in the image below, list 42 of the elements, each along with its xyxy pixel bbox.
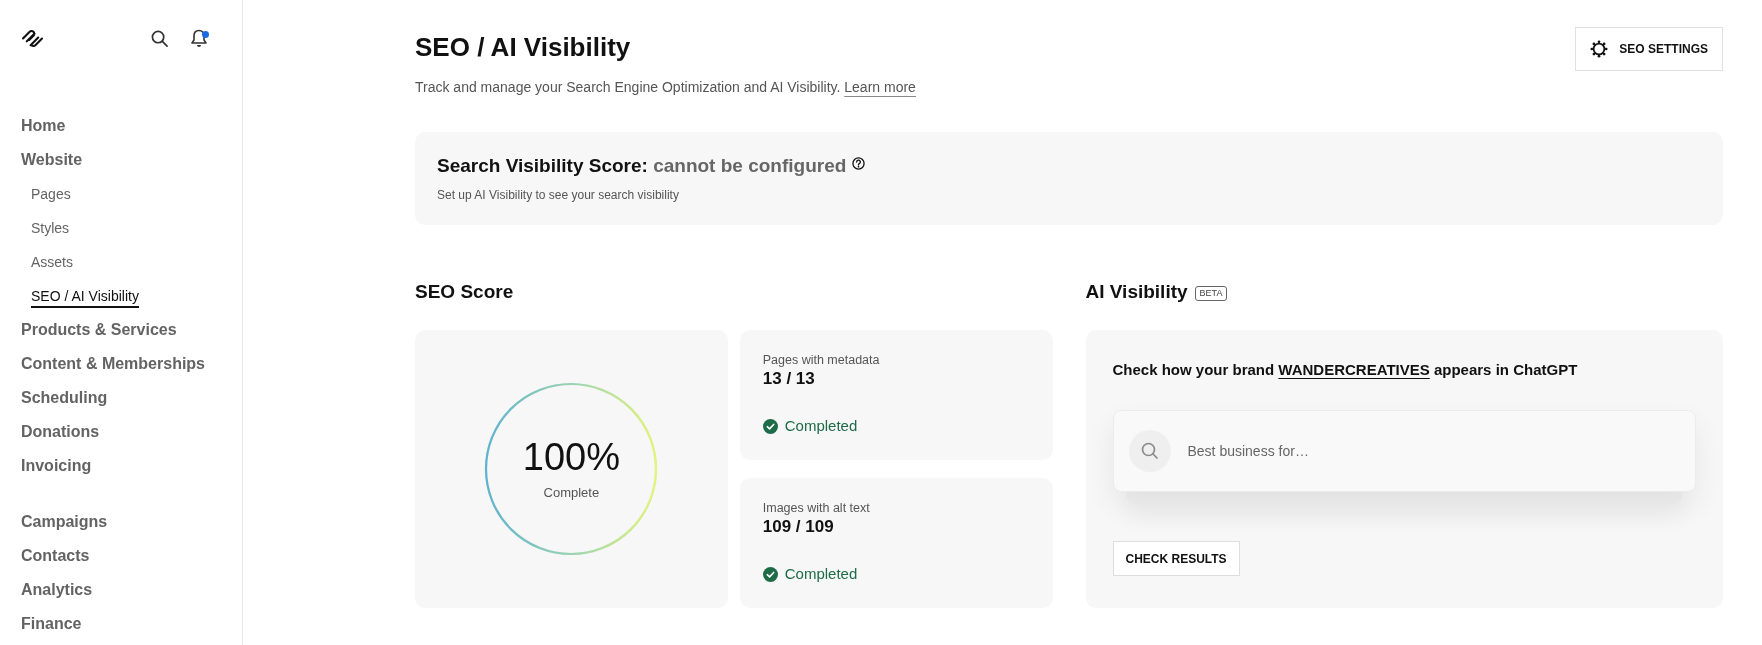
score-percent: 100% — [522, 435, 620, 479]
nav-subitem[interactable]: SEO / AI Visibility — [31, 286, 139, 308]
search-visibility-title: Search Visibility Score: cannot be configured — [437, 154, 847, 178]
nav-item[interactable]: Products & Services — [21, 320, 177, 342]
nav-item[interactable]: Analytics — [21, 580, 93, 602]
nav-item[interactable]: Website — [21, 150, 83, 172]
nav-item[interactable]: Home — [21, 116, 66, 138]
brand-name-link[interactable]: WANDERCREATIVES — [1278, 361, 1430, 378]
help-icon[interactable] — [852, 156, 866, 170]
gear-icon — [1590, 40, 1609, 58]
bell-icon[interactable] — [189, 28, 209, 48]
section-heading: SEO Score — [415, 280, 515, 304]
nav-item[interactable]: Contacts — [21, 546, 90, 568]
metric-label: Pages with metadata — [762, 352, 880, 368]
metric-status: Completed — [784, 416, 858, 436]
nav-item[interactable]: Content & Memberships — [21, 354, 205, 376]
nav-subitem[interactable]: Styles — [31, 218, 70, 240]
nav-item[interactable]: Scheduling — [21, 388, 108, 410]
metric-status: Completed — [784, 564, 858, 584]
page-title: SEO / AI Visibility — [415, 31, 632, 63]
check-results-button[interactable]: CHECK RESULTS — [1112, 541, 1240, 576]
metric-value: 109 / 109 — [762, 516, 834, 538]
beta-badge: BETA — [1194, 286, 1228, 301]
logo-icon[interactable] — [21, 28, 44, 48]
nav-item[interactable]: Invoicing — [21, 456, 92, 478]
nav-item[interactable]: Donations — [21, 422, 100, 444]
score-caption: Complete — [543, 485, 600, 501]
learn-more-link[interactable]: Learn more — [844, 79, 916, 95]
search-visibility-hint: Set up AI Visibility to see your search visibility — [437, 187, 680, 203]
nav-subitem[interactable]: Assets — [31, 252, 73, 274]
metric-label: Images with alt text — [762, 500, 870, 516]
prompt-search-field[interactable]: Best business for… — [1112, 410, 1696, 492]
nav-subitem[interactable]: Pages — [31, 184, 71, 206]
seo-settings-button[interactable]: SEO SETTINGS — [1575, 27, 1723, 71]
search-icon[interactable] — [151, 29, 168, 47]
section-heading: AI Visibility — [1085, 280, 1188, 304]
metric-value: 13 / 13 — [762, 368, 815, 390]
page-description: Track and manage your Search Engine Optimization and AI Visibility. Learn more — [415, 78, 916, 97]
search-icon — [1128, 430, 1171, 472]
nav-item[interactable]: Finance — [21, 614, 82, 636]
brand-check-prompt: Check how your brand WANDERCREATIVES appears in ChatGPT — [1112, 360, 1579, 380]
nav-item[interactable]: Campaigns — [21, 512, 108, 534]
